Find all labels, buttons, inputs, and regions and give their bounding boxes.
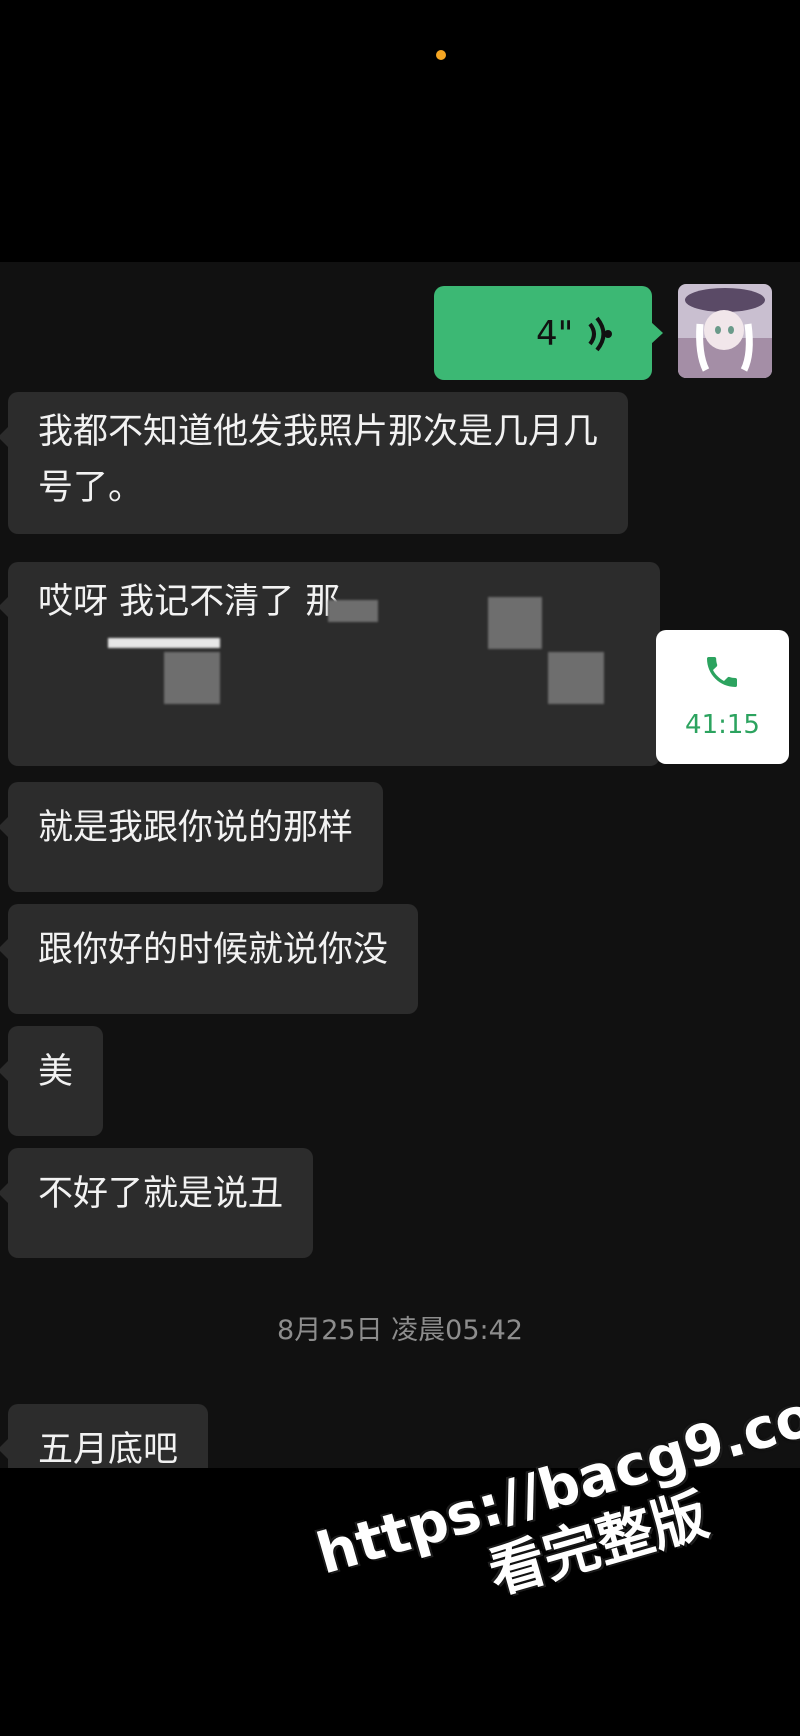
message-timestamp: 8月25日 凌晨05:42 — [277, 1315, 523, 1346]
message-bubble[interactable]: 就是我跟你说的那样 — [0, 782, 384, 892]
redaction-block — [108, 638, 220, 648]
message-text: 跟你好的时候就说你没 — [38, 930, 389, 970]
redaction-block — [488, 597, 542, 649]
redaction-block — [164, 652, 220, 704]
status-indicator-dot — [436, 50, 446, 60]
redaction-block — [328, 600, 378, 622]
message-bubble[interactable]: 五月底吧 — [0, 1404, 209, 1468]
message-bubble[interactable]: 跟你好的时候就说你没 — [0, 904, 419, 1014]
avatar-image — [678, 284, 772, 378]
message-text: 美 — [38, 1052, 74, 1092]
message-text: 就是我跟你说的那样 — [38, 808, 354, 848]
message-bubble[interactable]: 我都不知道他发我照片那次是几月几号了。 — [0, 392, 628, 534]
message-text: 五月底吧 — [38, 1430, 179, 1468]
message-bubble[interactable]: 美 — [0, 1026, 104, 1136]
voice-wave-icon — [588, 316, 612, 352]
voice-duration: 4" — [536, 314, 574, 354]
message-text: 不好了就是说丑 — [38, 1174, 284, 1214]
message-text: 哎呀 我记不清了 那 — [38, 582, 341, 622]
avatar[interactable] — [678, 284, 772, 378]
voice-call-card[interactable]: 41:15 — [656, 630, 789, 764]
chat-area[interactable]: 4" 我都不知道他发我照片那次是几月几号了。 哎呀 我记不清了 那 41:15 … — [0, 262, 800, 1468]
message-bubble[interactable]: 不好了就是说丑 — [0, 1148, 314, 1258]
voice-message-bubble[interactable]: 4" — [434, 286, 663, 380]
message-text: 我都不知道他发我照片那次是几月几号了。 — [38, 412, 599, 508]
redaction-block — [548, 652, 604, 704]
call-duration: 41:15 — [685, 710, 760, 740]
message-bubble-redacted[interactable]: 哎呀 我记不清了 那 — [0, 562, 660, 766]
phone-icon — [707, 657, 737, 687]
